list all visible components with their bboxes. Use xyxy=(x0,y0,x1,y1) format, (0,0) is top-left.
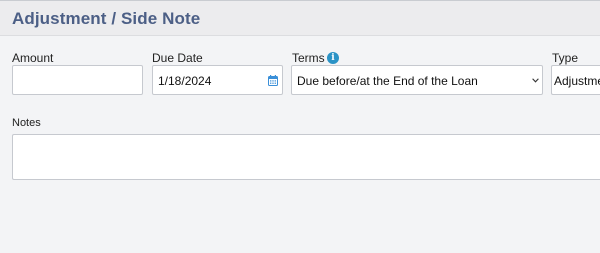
amount-input[interactable] xyxy=(12,65,143,95)
calendar-icon[interactable] xyxy=(268,75,278,86)
due-date-label: Due Date xyxy=(152,51,203,65)
terms-value: Due before/at the End of the Loan xyxy=(297,74,478,88)
due-date-value: 1/18/2024 xyxy=(158,74,212,88)
type-label: Type xyxy=(552,51,579,65)
notes-label: Notes xyxy=(12,117,41,129)
type-select[interactable]: Adjustme xyxy=(551,65,600,95)
info-icon[interactable]: i xyxy=(327,52,339,64)
type-value: Adjustme xyxy=(554,74,600,88)
terms-label: Terms xyxy=(292,51,325,65)
notes-textarea[interactable] xyxy=(12,134,600,180)
terms-select[interactable]: Due before/at the End of the Loan xyxy=(291,65,543,95)
page-title: Adjustment / Side Note xyxy=(12,9,201,28)
amount-label: Amount xyxy=(12,51,54,65)
chevron-down-icon xyxy=(532,78,539,83)
modal-header: Adjustment / Side Note xyxy=(0,1,600,36)
due-date-input[interactable]: 1/18/2024 xyxy=(152,65,283,95)
